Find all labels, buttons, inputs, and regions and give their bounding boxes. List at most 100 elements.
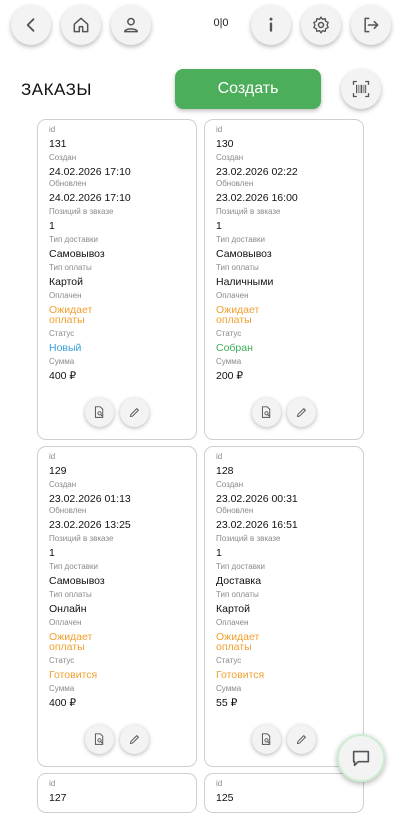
- status-value: Новый: [49, 342, 82, 354]
- edit-order-button[interactable]: [120, 725, 149, 754]
- positions-label: Позиций в звказе: [216, 207, 281, 216]
- document-search-icon: [94, 406, 104, 418]
- status-value: Готовится: [49, 669, 98, 681]
- payment-label: Тип оплаты: [216, 263, 259, 272]
- settings-button[interactable]: [301, 5, 341, 45]
- pencil-icon: [296, 735, 306, 745]
- delivery-value: Самовывоз: [49, 575, 105, 587]
- logout-icon: [364, 17, 379, 33]
- sum-value: 400 ₽: [49, 697, 77, 709]
- create-order-button[interactable]: Создать: [175, 69, 321, 109]
- scan-button[interactable]: [341, 69, 381, 109]
- paid-label: Оплачен: [216, 618, 249, 627]
- person-icon: [124, 17, 138, 33]
- info-button[interactable]: [251, 5, 291, 45]
- document-search-icon: [261, 733, 271, 745]
- delivery-label: Тип доставки: [49, 562, 98, 571]
- chevron-left-icon: [26, 18, 35, 32]
- sum-value: 200 ₽: [216, 370, 244, 382]
- delivery-label: Тип доставки: [216, 235, 265, 244]
- updated-value: 23.02.2026 16:51: [216, 519, 298, 531]
- counter-text: 0|0: [213, 17, 229, 29]
- created-label: Создан: [216, 480, 244, 489]
- delivery-label: Тип доставки: [49, 235, 98, 244]
- logout-button[interactable]: [351, 5, 391, 45]
- order-id: 128: [216, 465, 234, 477]
- edit-order-button[interactable]: [287, 725, 316, 754]
- payment-label: Тип оплаты: [49, 590, 92, 599]
- profile-button[interactable]: [111, 5, 151, 45]
- order-id: 127: [49, 792, 67, 804]
- updated-label: Обновлен: [216, 506, 254, 515]
- paid-label: Оплачен: [216, 291, 249, 300]
- chat-icon: [352, 750, 370, 767]
- view-order-button[interactable]: [252, 725, 281, 754]
- pencil-icon: [129, 408, 139, 418]
- positions-value: 1: [49, 220, 55, 232]
- delivery-label: Тип доставки: [216, 562, 265, 571]
- home-button[interactable]: [61, 5, 101, 45]
- order-card[interactable]: id 129 Создан 23.02.2026 01:13 Обновлен …: [37, 446, 197, 767]
- updated-label: Обновлен: [49, 179, 87, 188]
- document-search-icon: [94, 733, 104, 745]
- order-card[interactable]: id 128 Создан 23.02.2026 00:31 Обновлен …: [204, 446, 364, 767]
- sum-label: Сумма: [216, 684, 242, 693]
- payment-label: Тип оплаты: [49, 263, 92, 272]
- payment-value: Онлайн: [49, 603, 87, 615]
- id-label: id: [216, 125, 223, 134]
- updated-value: 23.02.2026 16:00: [216, 192, 298, 204]
- id-label: id: [216, 452, 223, 461]
- id-label: id: [49, 125, 56, 134]
- updated-value: 24.02.2026 17:10: [49, 192, 131, 204]
- delivery-value: Самовывоз: [49, 248, 105, 260]
- document-search-icon: [261, 406, 271, 418]
- created-value: 23.02.2026 02:22: [216, 166, 298, 178]
- status-label: Статус: [216, 656, 242, 665]
- paid-value-line2: оплаты: [49, 314, 85, 326]
- pencil-icon: [296, 408, 306, 418]
- updated-label: Обновлен: [216, 179, 254, 188]
- order-id: 131: [49, 138, 67, 150]
- positions-label: Позиций в звказе: [49, 207, 114, 216]
- id-label: id: [49, 779, 56, 788]
- view-order-button[interactable]: [85, 398, 114, 427]
- view-order-button[interactable]: [252, 398, 281, 427]
- payment-value: Картой: [49, 276, 83, 288]
- positions-label: Позиций в звказе: [216, 534, 281, 543]
- sum-label: Сумма: [49, 357, 75, 366]
- payment-label: Тип оплаты: [216, 590, 259, 599]
- edit-order-button[interactable]: [120, 398, 149, 427]
- created-label: Создан: [49, 480, 77, 489]
- status-label: Статус: [49, 329, 75, 338]
- view-order-button[interactable]: [85, 725, 114, 754]
- order-card[interactable]: id 130 Создан 23.02.2026 02:22 Обновлен …: [204, 119, 364, 440]
- paid-value-line2: оплаты: [49, 641, 85, 653]
- updated-value: 23.02.2026 13:25: [49, 519, 131, 531]
- positions-value: 1: [216, 547, 222, 559]
- created-label: Создан: [216, 153, 244, 162]
- status-label: Статус: [49, 656, 75, 665]
- delivery-value: Самовывоз: [216, 248, 272, 260]
- payment-value: Наличными: [216, 276, 274, 288]
- id-label: id: [49, 452, 56, 461]
- created-value: 24.02.2026 17:10: [49, 166, 131, 178]
- edit-order-button[interactable]: [287, 398, 316, 427]
- page-title: ЗАКАЗЫ: [21, 80, 92, 99]
- sum-value: 55 ₽: [216, 697, 238, 709]
- created-value: 23.02.2026 00:31: [216, 493, 298, 505]
- order-card[interactable]: id 127: [37, 773, 197, 813]
- order-id: 125: [216, 792, 234, 804]
- back-button[interactable]: [11, 5, 51, 45]
- chat-button[interactable]: [337, 734, 385, 782]
- status-value: Собран: [216, 342, 253, 354]
- order-card[interactable]: id 125: [204, 773, 364, 813]
- positions-value: 1: [216, 220, 222, 232]
- paid-value-line2: оплаты: [216, 314, 252, 326]
- barcode-scan-icon: [352, 80, 370, 98]
- updated-label: Обновлен: [49, 506, 87, 515]
- status-label: Статус: [216, 329, 242, 338]
- created-label: Создан: [49, 153, 77, 162]
- id-label: id: [216, 779, 223, 788]
- created-value: 23.02.2026 01:13: [49, 493, 131, 505]
- order-card[interactable]: id 131 Создан 24.02.2026 17:10 Обновлен …: [37, 119, 197, 440]
